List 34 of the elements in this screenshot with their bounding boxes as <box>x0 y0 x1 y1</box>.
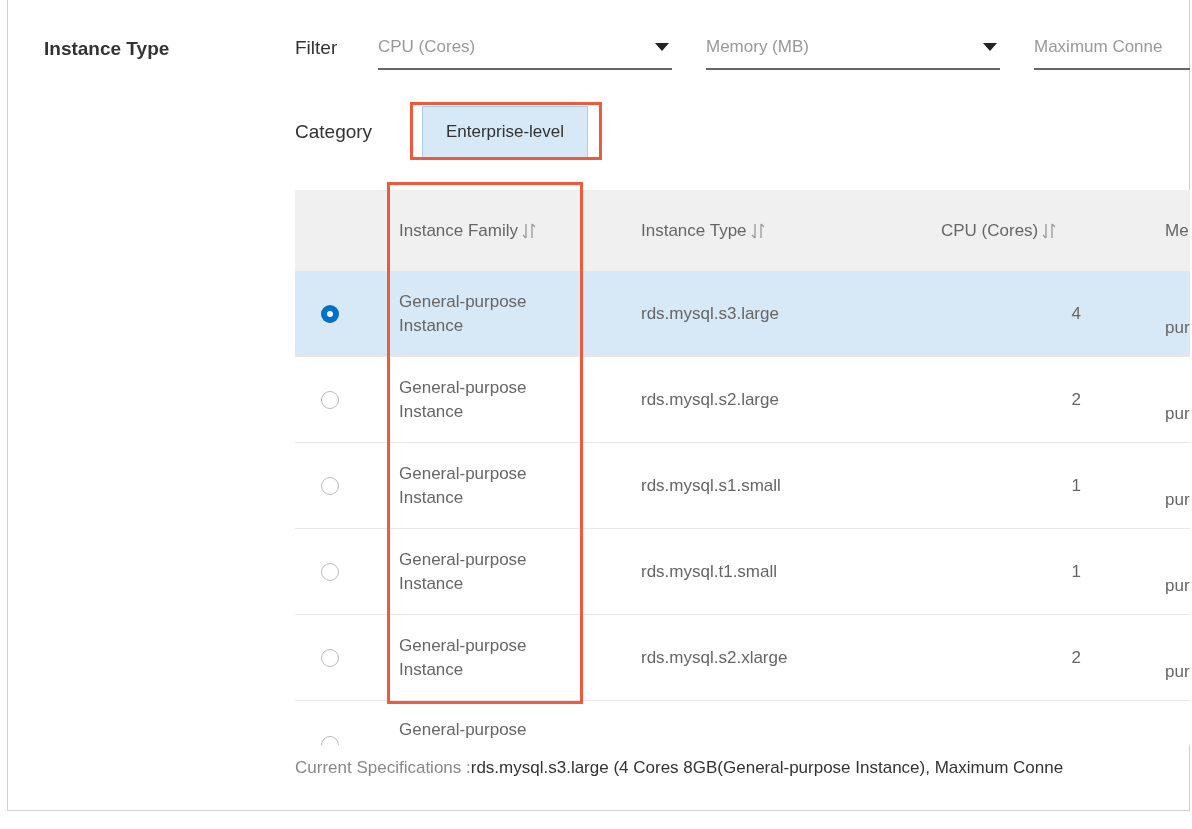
table-cell-text: rds.mysql.s3.large <box>641 302 779 325</box>
table-cell-text: 1 <box>1071 474 1081 497</box>
table-cell-text: 2 <box>1071 646 1081 669</box>
dropdown-field[interactable]: Maximum Conne <box>1034 26 1190 70</box>
table-cell-text: General-purpose Instance <box>399 290 528 337</box>
category-tag[interactable]: Enterprise-level <box>422 106 588 158</box>
table-cell-text: 2 <box>1071 388 1081 411</box>
table-cell: pur <box>1165 318 1190 337</box>
column-header[interactable]: Instance Family <box>399 217 519 244</box>
table-cell: pur <box>1165 576 1190 595</box>
table-cell-text: rds.mysql.t1.small <box>641 560 778 583</box>
table-cell-text: 4 <box>1071 302 1081 325</box>
table-cell: pur <box>1165 490 1190 509</box>
table-cell-text: General-purpose Instance <box>399 634 528 681</box>
table-cell: pur <box>1165 404 1190 423</box>
dropdown-field[interactable]: Memory (MB) <box>706 26 1000 70</box>
dropdown-field[interactable]: CPU (Cores) <box>378 26 672 70</box>
specifications-label: Current Specifications : <box>295 758 471 777</box>
filter-label: Filter <box>295 35 339 60</box>
table-cell-text: General-purpose Instance <box>399 376 528 423</box>
table-cell-text: 1 <box>1071 560 1081 583</box>
table-cell: pur <box>1165 662 1190 681</box>
category-label: Category <box>295 119 374 144</box>
column-header[interactable]: Instance Type <box>641 217 747 244</box>
section-title: Instance Type <box>44 38 170 59</box>
table-cell-text: rds.mysql.s2.large <box>641 388 779 411</box>
table-cell-text: General-purpose <box>399 719 528 741</box>
column-header[interactable]: CPU (Cores) <box>941 217 1039 244</box>
table-cell-text: General-purpose Instance <box>399 548 528 595</box>
table-cell-text: rds.mysql.s1.small <box>641 474 781 497</box>
specifications-value: rds.mysql.s3.large (4 Cores 8GB(General-purpose Instance), Maximum Conne <box>470 758 1064 777</box>
table-cell-text: General-purpose Instance <box>399 462 528 509</box>
column-header[interactable]: Me <box>1165 217 1189 244</box>
table-cell-text: rds.mysql.s2.xlarge <box>641 646 788 669</box>
